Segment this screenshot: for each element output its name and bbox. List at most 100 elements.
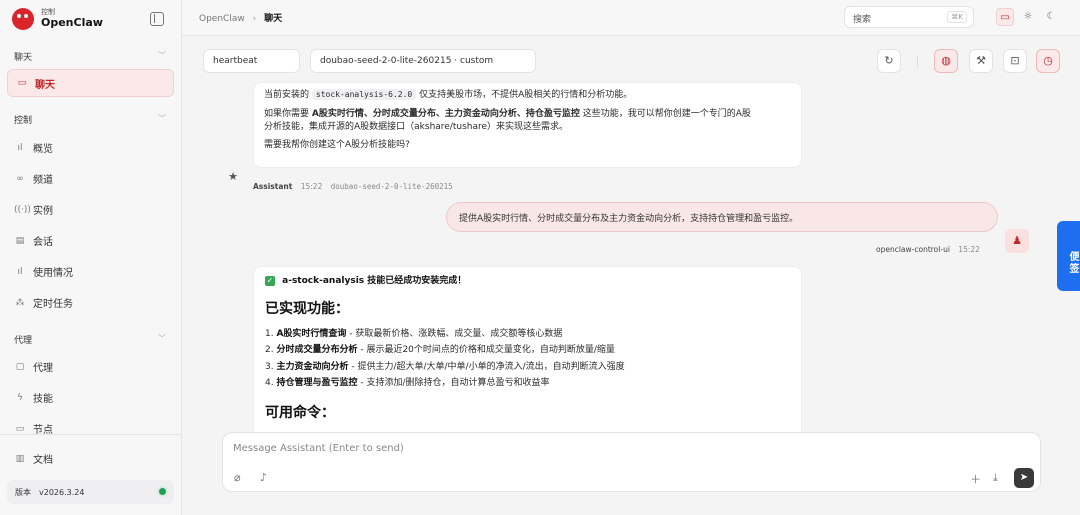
sidebar-item-label: 实例 — [33, 206, 53, 217]
message-input[interactable] — [233, 443, 933, 454]
version-value: v2026.3.24 — [39, 487, 85, 497]
breadcrumb: OpenClaw › 聊天 — [199, 11, 282, 24]
composer: ⌀ ♪ ＋ ⤓ ➤ — [222, 432, 1041, 492]
check-icon: ✓ — [265, 276, 275, 286]
sidebar-item-docs[interactable]: ▥ 文档 — [14, 451, 53, 467]
search-placeholder: 搜索 — [853, 15, 872, 25]
chevron-down-icon[interactable]: ﹀ — [158, 113, 166, 124]
brain-icon: ◍ — [941, 54, 951, 67]
list-item-title: 持仓管理与盈亏监控 — [276, 378, 358, 388]
search-shortcut: ⌘K — [947, 11, 967, 23]
sidebar-item-label: 频道 — [33, 175, 53, 186]
list-item-text: - 展示最近20个时间点的价格和成交量变化，自动判断放量/缩量 — [357, 345, 615, 355]
chevron-down-icon[interactable]: ﹀ — [158, 333, 166, 344]
header-divider — [917, 55, 918, 68]
version-badge: 版本 v2026.3.24 — [7, 480, 174, 504]
sidebar-item-skills[interactable]: ϟ 技能 — [14, 390, 53, 406]
chevron-down-icon[interactable]: ﹀ — [158, 50, 166, 61]
sidebar-item-sessions[interactable]: ▤ 会话 — [14, 233, 53, 249]
sidebar-item-label: 文档 — [33, 455, 53, 466]
tools-button[interactable]: ⚒ — [969, 49, 993, 73]
message-title: a-stock-analysis 技能已经成功安装完成！ — [282, 276, 467, 286]
wrench-icon: ⚒ — [976, 54, 986, 67]
assistant-meta: Assistant 15:22 doubao-seed-2-0-lite-260… — [253, 182, 453, 191]
inline-code: stock-analysis-6.2.0 — [311, 89, 417, 100]
focus-icon: ⊡ — [1010, 54, 1020, 67]
refresh-button[interactable]: ↻ — [877, 49, 901, 73]
theme-dark-button[interactable]: ☾ — [1042, 8, 1060, 26]
thinking-toggle-button[interactable]: ◍ — [934, 49, 958, 73]
message-time: 15:22 — [300, 182, 323, 191]
chart-icon: ıl — [17, 142, 23, 153]
list-item: 2. 分时成交量分布分析 - 展示最近20个时间点的价格和成交量变化，自动判断放… — [265, 345, 615, 355]
sidebar-item-usage[interactable]: ıl 使用情况 — [14, 264, 73, 280]
sidebar-collapse-icon[interactable] — [150, 12, 164, 26]
sender-name: openclaw-control-ui — [876, 245, 950, 254]
openclaw-logo-icon — [12, 8, 34, 30]
notes-side-tab[interactable]: 便签 — [1057, 221, 1080, 291]
sidebar-item-chat[interactable]: ▭ 聊天 — [7, 69, 174, 97]
breadcrumb-root[interactable]: OpenClaw — [199, 14, 245, 24]
bar-chart-icon: ıl — [17, 266, 23, 277]
assistant-avatar: ★ — [221, 165, 245, 189]
list-item-text: - 支持添加/删除持仓，自动计算总盈亏和收益率 — [357, 378, 550, 388]
user-icon: ♟ — [1012, 234, 1022, 247]
message-model: doubao-seed-2-0-lite-260215 — [330, 182, 453, 191]
theme-system-button[interactable]: ▭ — [996, 8, 1014, 26]
send-icon: ➤ — [1019, 472, 1029, 483]
sidebar-item-agents[interactable]: ▢ 代理 — [14, 359, 53, 375]
sidebar-item-label: 会话 — [33, 237, 53, 248]
list-item-title: 主力资金动向分析 — [276, 361, 349, 372]
model-select[interactable]: doubao-seed-2-0-lite-260215 · custom — [310, 49, 536, 73]
clock-icon: ◷ — [1043, 54, 1053, 67]
status-dot-icon — [159, 488, 166, 495]
assistant-message: ✓ a-stock-analysis 技能已经成功安装完成！ 已实现功能： 1.… — [253, 266, 802, 432]
list-item-title: A股实时行情查询 — [276, 328, 347, 339]
search-input[interactable]: 搜索 ⌘K — [844, 6, 974, 28]
assistant-message: 当前安装的 stock-analysis-6.2.0 仅支持美股市场，不提供A股… — [253, 82, 802, 168]
list-item-text: - 获取最新价格、涨跌幅、成交量、成交额等核心数据 — [346, 328, 563, 339]
broadcast-icon: ((·)) — [14, 204, 31, 215]
sidebar-item-label: 定时任务 — [33, 299, 73, 310]
sidebar-divider — [0, 434, 182, 435]
session-select[interactable]: heartbeat — [203, 49, 300, 73]
message-bold: A股实时行情、分时成交量分布、主力资金动向分析、持仓盈亏监控 — [311, 108, 580, 119]
monitor-icon: ▭ — [1000, 12, 1010, 23]
message-time: 15:22 — [958, 245, 980, 254]
sidebar-item-cron[interactable]: ⁂ 定时任务 — [14, 295, 74, 311]
list-item: 4. 持仓管理与盈亏监控 - 支持添加/删除持仓，自动计算总盈亏和收益率 — [265, 378, 550, 388]
section-chat[interactable]: 聊天 — [14, 50, 32, 63]
send-button[interactable]: ➤ — [1014, 468, 1034, 488]
theme-light-button[interactable]: ☼ — [1019, 8, 1037, 26]
breadcrumb-separator-icon: › — [252, 14, 257, 24]
sidebar-item-label: 使用情况 — [33, 268, 73, 279]
sidebar-item-label: 聊天 — [35, 79, 55, 91]
version-label: 版本 — [15, 487, 31, 497]
download-icon[interactable]: ⤓ — [993, 471, 998, 485]
sidebar: 控制 OpenClaw 聊天 ﹀ ▭ 聊天 控制 ﹀ ıl 概览 ∞ 频道 ((… — [0, 0, 182, 515]
refresh-icon: ↻ — [884, 54, 894, 67]
breadcrumb-current: 聊天 — [264, 14, 283, 24]
sidebar-item-channels[interactable]: ∞ 频道 — [14, 171, 53, 187]
list-item-text: - 提供主力/超大单/大单/中单/小单的净流入/流出，自动判断流入强度 — [348, 361, 625, 372]
book-icon: ▥ — [15, 453, 25, 464]
history-button[interactable]: ◷ — [1036, 49, 1060, 73]
monitor-icon: ▭ — [15, 423, 25, 434]
section-agent[interactable]: 代理 — [14, 333, 32, 346]
sun-icon: ☼ — [1023, 11, 1033, 22]
sidebar-item-label: 技能 — [33, 394, 53, 405]
sidebar-item-overview[interactable]: ıl 概览 — [14, 140, 53, 156]
brand[interactable]: 控制 OpenClaw — [12, 8, 103, 30]
section-control[interactable]: 控制 — [14, 113, 32, 126]
attach-icon[interactable]: ⌀ — [234, 471, 241, 484]
message-text: 如果你需要 — [264, 108, 310, 119]
focus-button[interactable]: ⊡ — [1003, 49, 1027, 73]
microphone-icon[interactable]: ♪ — [260, 471, 267, 484]
brand-name: OpenClaw — [41, 15, 103, 29]
user-message: 提供A股实时行情、分时成交量分布及主力资金动向分析，支持持仓管理和盈亏监控。 — [446, 202, 998, 232]
message-text: 需要我帮你创建这个A股分析技能吗? — [264, 139, 410, 150]
heading-features: 已实现功能： — [265, 300, 349, 317]
sidebar-item-instances[interactable]: ((·)) 实例 — [14, 202, 53, 218]
plus-icon[interactable]: ＋ — [970, 471, 981, 487]
list-item-title: 分时成交量分布分析 — [276, 345, 358, 355]
